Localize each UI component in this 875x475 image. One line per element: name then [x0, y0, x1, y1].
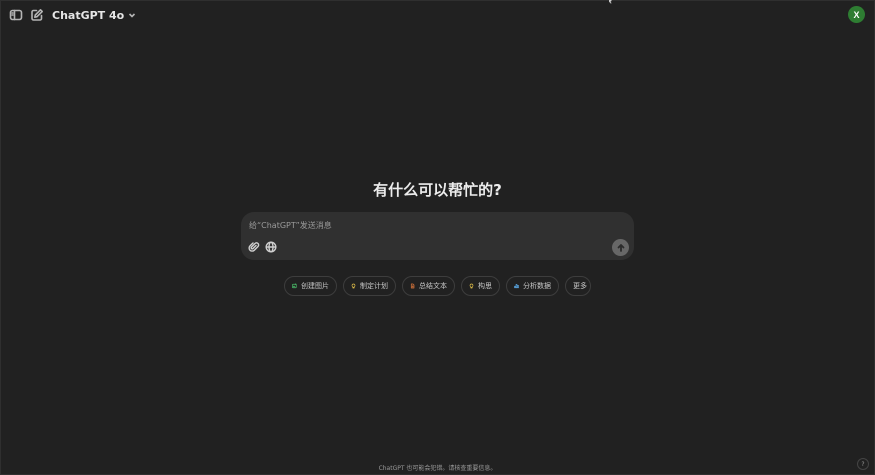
globe-icon: [265, 241, 277, 253]
chip-label: 构思: [478, 282, 492, 290]
chip-summarize-text[interactable]: 总结文本: [402, 276, 455, 296]
disclaimer-text: ChatGPT 也可能会犯错。请核查重要信息。: [378, 465, 497, 472]
chip-analyze-data[interactable]: 分析数据: [506, 276, 559, 296]
new-chat-button[interactable]: [26, 4, 48, 26]
help-button[interactable]: ?: [857, 458, 869, 470]
chart-icon: [514, 284, 519, 289]
chip-label: 制定计划: [360, 282, 388, 290]
chip-label: 创建图片: [301, 282, 329, 290]
chip-label: 分析数据: [523, 282, 551, 290]
chip-make-plan[interactable]: 制定计划: [343, 276, 396, 296]
mouse-cursor-icon: [609, 0, 612, 4]
chevron-down-icon: [129, 13, 136, 18]
attach-file-button[interactable]: [247, 240, 261, 254]
document-icon: [410, 283, 415, 289]
chip-label: 总结文本: [419, 282, 447, 290]
send-button[interactable]: [612, 239, 629, 256]
chip-label: 更多: [573, 282, 587, 290]
arrow-up-icon: [617, 243, 624, 252]
message-composer: [241, 212, 634, 260]
web-search-button[interactable]: [264, 240, 278, 254]
top-bar: ChatGPT 4o X: [0, 0, 875, 30]
page-heading: 有什么可以帮忙的?: [373, 181, 502, 199]
lightbulb-icon: [351, 283, 356, 289]
chip-create-image[interactable]: 创建图片: [284, 276, 337, 296]
paperclip-icon: [248, 242, 260, 252]
model-selector[interactable]: ChatGPT 4o: [52, 6, 136, 24]
lightbulb-icon: [469, 283, 474, 289]
sidebar-toggle-button[interactable]: [5, 4, 27, 26]
user-avatar[interactable]: X: [848, 6, 865, 23]
sidebar-toggle-icon: [9, 9, 23, 21]
image-create-icon: [292, 283, 297, 289]
chip-brainstorm[interactable]: 构思: [461, 276, 500, 296]
chip-more[interactable]: 更多: [565, 276, 591, 296]
new-chat-icon: [31, 9, 43, 21]
model-name: ChatGPT 4o: [52, 8, 125, 22]
message-input[interactable]: [249, 218, 579, 232]
